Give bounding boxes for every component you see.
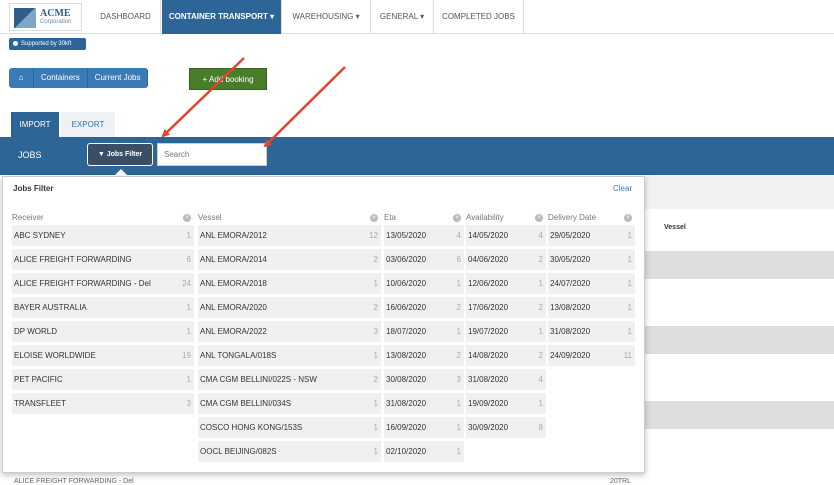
arrow-to-filter-button — [161, 57, 245, 138]
arrow-to-search-input — [263, 66, 346, 148]
annotation-arrows — [161, 57, 346, 148]
